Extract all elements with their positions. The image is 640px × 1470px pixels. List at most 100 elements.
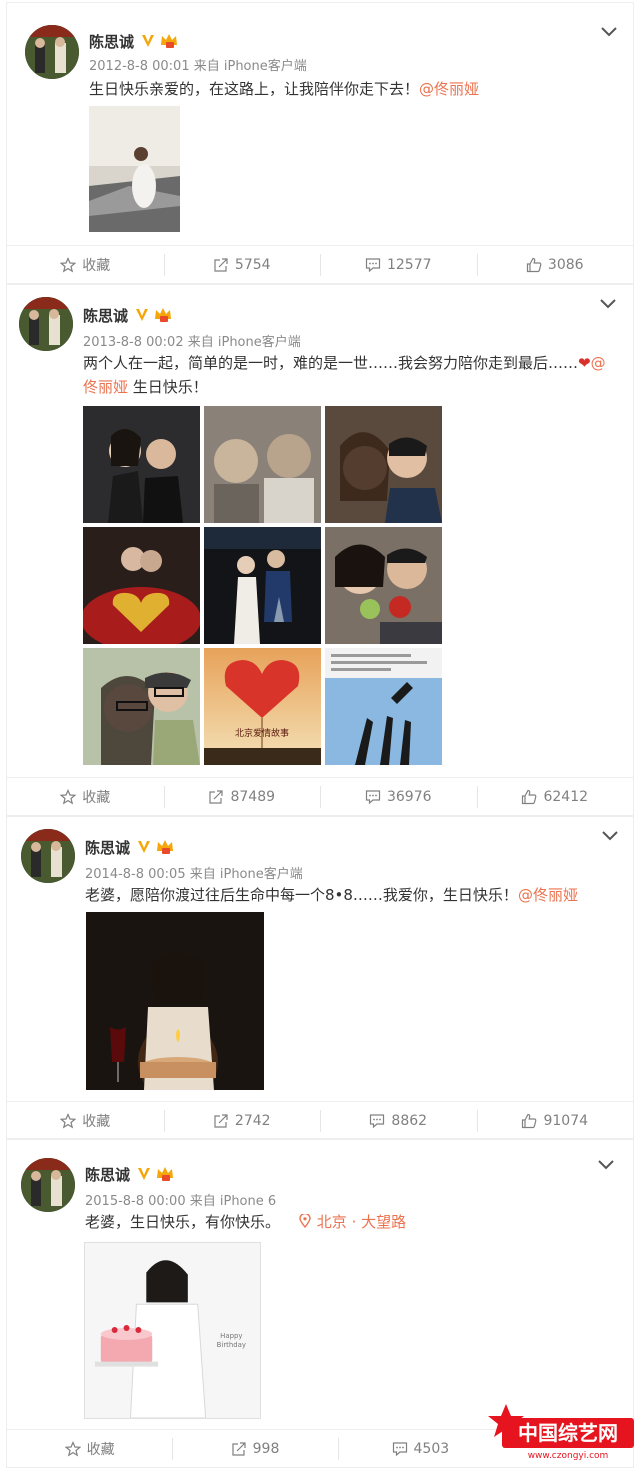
weibo-post-2: 陈思诚 2013-8-8 00:02 来自 iPhone客户端 两个人在一起，简… xyxy=(6,284,634,816)
repost-button[interactable]: 5754 xyxy=(163,253,321,276)
comment-icon xyxy=(370,1113,385,1128)
verified-icon xyxy=(142,35,154,47)
grid-photo-8[interactable]: 北京爱情故事 xyxy=(204,648,321,765)
chevron-down-icon[interactable] xyxy=(601,27,617,37)
action-bar: 收藏 5754 12577 3086 xyxy=(7,245,633,283)
mention-link[interactable]: @佟丽娅 xyxy=(518,886,578,904)
verified-icon xyxy=(136,309,148,321)
post-text: 两个人在一起，简单的是一时，难的是一世……我会努力陪你走到最后……❤@佟丽娅 生… xyxy=(83,351,613,399)
photo-caption-word-2: Birthday xyxy=(217,1341,246,1349)
favorite-button[interactable]: 收藏 xyxy=(7,786,164,808)
username[interactable]: 陈思诚 xyxy=(89,31,134,52)
avatar[interactable] xyxy=(21,1158,75,1212)
photo-caption-word-1: Happy xyxy=(220,1332,242,1340)
favorite-button[interactable]: 收藏 xyxy=(7,1438,172,1460)
grid-photo-4[interactable] xyxy=(83,527,200,644)
post-text-body: 老婆，生日快乐，有你快乐。 xyxy=(85,1213,281,1231)
share-icon xyxy=(209,789,224,804)
username[interactable]: 陈思诚 xyxy=(85,1164,130,1185)
avatar[interactable] xyxy=(25,25,79,79)
username[interactable]: 陈思诚 xyxy=(83,305,128,326)
chevron-down-icon[interactable] xyxy=(602,831,618,841)
like-count: 62412 xyxy=(543,788,589,805)
post-text-body: 老婆，愿陪你渡过往后生命中每一个8•8……我爱你，生日快乐！ xyxy=(85,886,518,904)
comment-count: 12577 xyxy=(386,256,432,273)
comment-button[interactable]: 12577 xyxy=(320,253,477,276)
repost-button[interactable]: 998 xyxy=(172,1437,337,1460)
grid-photo-6[interactable] xyxy=(325,527,442,644)
repost-button[interactable]: 2742 xyxy=(163,1109,321,1132)
favorite-label: 收藏 xyxy=(86,1441,115,1458)
comment-icon xyxy=(365,257,381,272)
verified-icon xyxy=(138,841,150,853)
action-bar: 收藏 87489 36976 62412 xyxy=(7,777,633,815)
like-button[interactable]: 62412 xyxy=(476,785,634,808)
watermark-brand: 中国综艺网 xyxy=(518,1421,618,1445)
post-photo[interactable] xyxy=(89,106,180,232)
location-text: 北京 · 大望路 xyxy=(316,1213,407,1231)
like-count: 91074 xyxy=(543,1112,589,1129)
post-meta: 2013-8-8 00:02 来自 iPhone客户端 xyxy=(83,335,301,350)
chevron-down-icon[interactable] xyxy=(598,1160,614,1170)
weibo-post-1: 陈思诚 2012-8-8 00:01 来自 iPhone客户端 生日快乐亲爱的，… xyxy=(6,2,634,284)
star-icon xyxy=(60,256,77,272)
post-text-body: 两个人在一起，简单的是一时，难的是一世……我会努力陪你走到最后…… xyxy=(83,354,579,372)
repost-count: 2742 xyxy=(234,1112,271,1129)
grid-photo-1[interactable] xyxy=(83,406,200,523)
favorite-button[interactable]: 收藏 xyxy=(7,1110,164,1132)
comment-count: 36976 xyxy=(386,788,432,805)
location-link[interactable]: 北京 · 大望路 xyxy=(299,1212,407,1231)
post-text-body: 生日快乐亲爱的，在这路上，让我陪伴你走下去！ xyxy=(89,80,420,98)
post-meta: 2015-8-8 00:00 来自 iPhone 6 xyxy=(85,1194,277,1209)
post-text-tail: 生日快乐！ xyxy=(128,378,208,396)
share-icon xyxy=(214,257,228,272)
grid-photo-3[interactable] xyxy=(325,406,442,523)
vip-crown-icon xyxy=(157,840,173,854)
share-icon xyxy=(214,1113,228,1128)
vip-crown-icon xyxy=(161,34,177,48)
photo-caption: Happy Birthday xyxy=(217,1332,246,1349)
post-meta: 2014-8-8 00:05 来自 iPhone客户端 xyxy=(85,867,303,882)
like-button[interactable]: 91074 xyxy=(476,1109,634,1132)
repost-count: 998 xyxy=(252,1440,280,1457)
favorite-label: 收藏 xyxy=(82,1113,111,1130)
comment-icon xyxy=(365,789,381,804)
comment-icon xyxy=(392,1441,407,1456)
favorite-button[interactable]: 收藏 xyxy=(7,254,164,276)
grid-photo-7[interactable] xyxy=(83,648,200,765)
site-watermark: 中国综艺网 www.czongyi.com xyxy=(488,1402,634,1462)
username[interactable]: 陈思诚 xyxy=(85,837,130,858)
watermark-url: www.czongyi.com xyxy=(528,1451,609,1461)
post-photo[interactable] xyxy=(86,912,264,1090)
comment-button[interactable]: 8862 xyxy=(320,1109,477,1132)
thumbs-up-icon xyxy=(526,257,542,272)
vip-crown-icon xyxy=(155,308,171,322)
post-text: 生日快乐亲爱的，在这路上，让我陪伴你走下去！@佟丽娅 xyxy=(89,77,619,101)
grid-photo-2[interactable] xyxy=(204,406,321,523)
vip-crown-icon xyxy=(157,1167,173,1181)
comment-button[interactable]: 36976 xyxy=(320,785,477,808)
grid-photo-5[interactable] xyxy=(204,527,321,644)
star-icon xyxy=(64,1440,81,1456)
favorite-label: 收藏 xyxy=(82,789,111,806)
like-count: 3086 xyxy=(547,256,584,273)
location-pin-icon xyxy=(299,1212,311,1229)
mention-link[interactable]: @佟丽娅 xyxy=(419,80,479,98)
avatar[interactable] xyxy=(21,829,75,883)
grid-photo-9[interactable] xyxy=(325,648,442,765)
avatar[interactable] xyxy=(19,297,73,351)
thumbs-up-icon xyxy=(522,1113,537,1128)
share-icon xyxy=(232,1441,246,1456)
post-photo[interactable]: Happy Birthday xyxy=(84,1242,261,1419)
heart-icon: ❤ xyxy=(578,354,591,372)
post-text: 老婆，愿陪你渡过往后生命中每一个8•8……我爱你，生日快乐！@佟丽娅 xyxy=(85,883,615,907)
verified-icon xyxy=(138,1168,150,1180)
action-bar: 收藏 998 4503 xyxy=(7,1429,503,1467)
post-text: 老婆，生日快乐，有你快乐。 北京 · 大望路 xyxy=(85,1210,615,1234)
repost-button[interactable]: 87489 xyxy=(163,785,321,808)
comment-button[interactable]: 4503 xyxy=(337,1437,503,1460)
favorite-label: 收藏 xyxy=(82,257,111,274)
like-button[interactable]: 3086 xyxy=(476,253,634,276)
chevron-down-icon[interactable] xyxy=(600,299,616,309)
thumbs-up-icon xyxy=(522,789,537,804)
